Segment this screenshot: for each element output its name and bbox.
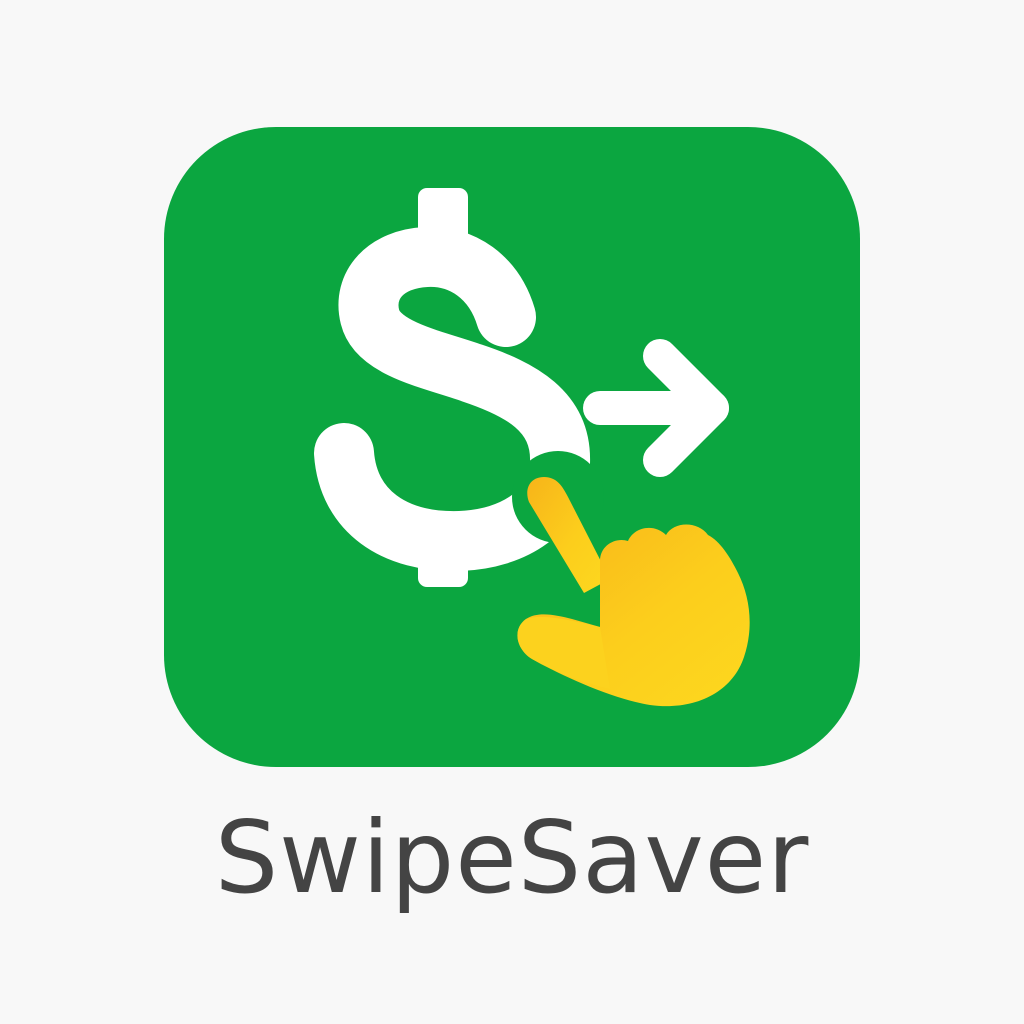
app-canvas: SwipeSaver xyxy=(0,0,1024,1024)
pointing-hand-icon xyxy=(512,451,750,707)
app-icon[interactable] xyxy=(164,127,860,767)
arrow-right-icon xyxy=(583,339,729,477)
app-name: SwipeSaver xyxy=(214,799,810,916)
app-icon-artwork xyxy=(314,188,750,707)
